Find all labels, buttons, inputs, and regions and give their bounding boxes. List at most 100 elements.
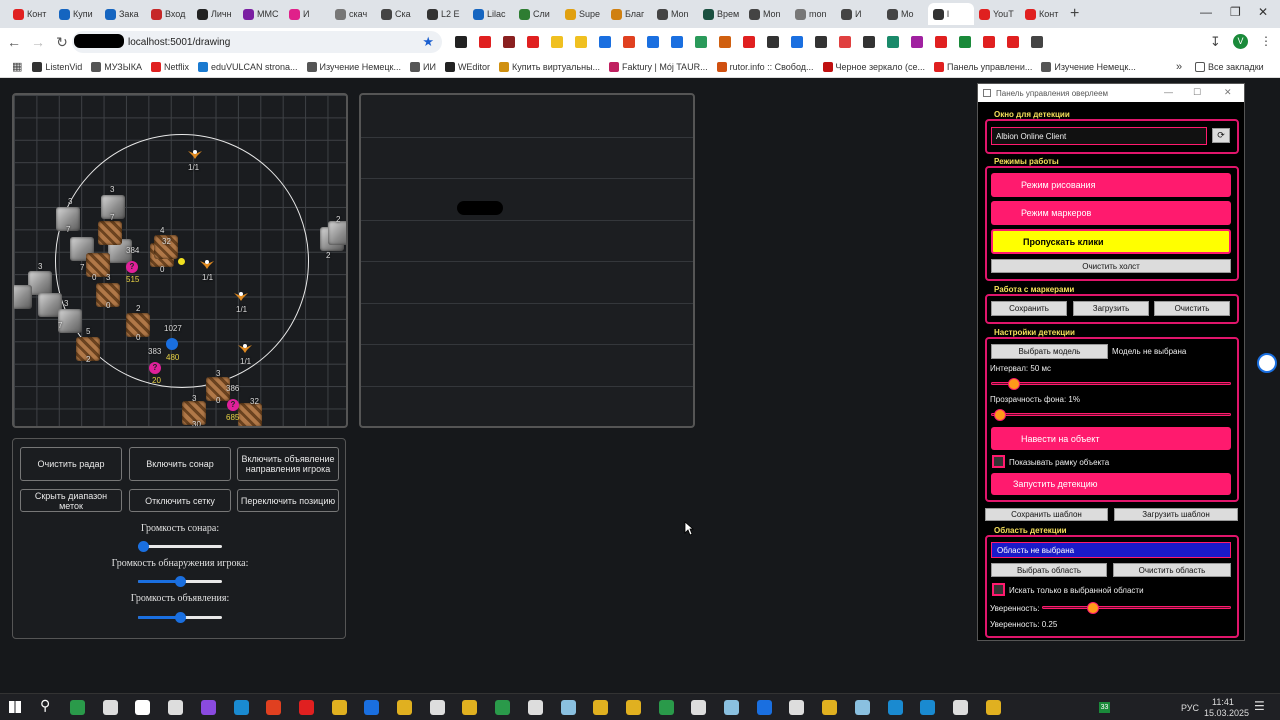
bookmark-item[interactable]: Изучение Немецк... — [306, 61, 401, 72]
language-indicator[interactable]: РУС — [1181, 703, 1199, 713]
extension-icon[interactable] — [503, 36, 515, 48]
confidence-slider[interactable] — [1042, 602, 1231, 614]
only-area-checkbox[interactable] — [992, 583, 1005, 596]
load-markers-button[interactable]: Загрузить — [1073, 301, 1149, 316]
secondary-view[interactable] — [359, 93, 695, 428]
extension-icon[interactable] — [623, 36, 635, 48]
draw-mode-button[interactable]: Режим рисования — [991, 173, 1231, 197]
taskbar-app-icon[interactable] — [102, 700, 118, 715]
extension-icon[interactable] — [647, 36, 659, 48]
interval-slider[interactable] — [991, 378, 1231, 390]
close-window-button[interactable]: ✕ — [1258, 5, 1268, 19]
browser-tab[interactable]: Купи — [54, 3, 100, 25]
extension-icon[interactable] — [959, 36, 971, 48]
extension-icon[interactable] — [887, 36, 899, 48]
sonar-volume-slider[interactable] — [138, 541, 222, 552]
save-template-button[interactable]: Сохранить шаблон — [985, 508, 1108, 521]
taskbar-app-icon[interactable] — [985, 700, 1001, 715]
notifications-icon[interactable]: ☰ — [1254, 699, 1265, 713]
taskbar-app-icon[interactable] — [724, 700, 739, 715]
radar-canvas[interactable]: 3 7 3 7 2 7 3 3 7 2 2 4 32 0 384 0 3 0 2… — [12, 93, 348, 428]
aim-at-object-button[interactable]: Навести на объект — [991, 427, 1231, 450]
taskbar-app-icon[interactable] — [495, 700, 511, 715]
overlay-minimize-button[interactable]: — — [1164, 87, 1173, 97]
refresh-windows-button[interactable]: ⟳ — [1212, 128, 1230, 143]
browser-tab[interactable]: Зака — [100, 3, 146, 25]
enable-direction-announce-button[interactable]: Включить объявление направления игрока — [237, 447, 339, 481]
extension-icon[interactable] — [983, 36, 995, 48]
detect-window-field[interactable]: Albion Online Client — [991, 127, 1207, 145]
taskbar-app-icon[interactable] — [397, 700, 412, 715]
menu-icon[interactable]: ⋮ — [1260, 34, 1272, 48]
browser-tab[interactable]: mon — [790, 3, 836, 25]
browser-tab[interactable]: Сли — [514, 3, 560, 25]
extension-icon[interactable] — [455, 36, 467, 48]
hide-marker-range-button[interactable]: Скрыть диапазон меток — [20, 489, 122, 512]
extension-icon[interactable] — [695, 36, 707, 48]
bookmark-item[interactable]: ИИ — [410, 61, 436, 72]
show-frame-checkbox[interactable] — [992, 455, 1005, 468]
clear-markers-button[interactable]: Очистить — [1154, 301, 1230, 316]
browser-tab[interactable]: Благ — [606, 3, 652, 25]
bookmark-item[interactable]: Купить виртуальны... — [498, 61, 600, 72]
browser-tab[interactable]: Mo — [882, 3, 928, 25]
bookmark-item[interactable]: МУЗЫКА — [91, 61, 142, 72]
overlay-maximize-button[interactable]: ☐ — [1193, 87, 1201, 98]
url-field[interactable]: localhost:5001/drawing ★ — [72, 31, 442, 53]
browser-tab[interactable]: Личн — [192, 3, 238, 25]
opacity-slider[interactable] — [991, 409, 1231, 421]
taskbar-app-icon[interactable] — [135, 700, 151, 715]
clear-canvas-button[interactable]: Очистить холст — [991, 259, 1231, 273]
clear-radar-button[interactable]: Очистить радар — [20, 447, 122, 481]
taskbar-app-icon[interactable] — [331, 700, 347, 715]
browser-tab[interactable]: Lilac — [468, 3, 514, 25]
extension-icon[interactable] — [767, 36, 779, 48]
bookmark-item[interactable]: Панель управлени... — [934, 61, 1032, 72]
bookmark-item[interactable]: ListenVid — [32, 61, 82, 72]
tray-badge[interactable]: 33 — [1099, 702, 1110, 713]
extension-icon[interactable] — [671, 36, 683, 48]
browser-tab[interactable]: Конт — [1020, 3, 1066, 25]
apps-grid-icon[interactable]: ▦ — [12, 60, 22, 73]
taskbar-app-icon[interactable] — [952, 700, 968, 715]
search-icon[interactable]: ⚲ — [40, 697, 50, 714]
taskbar-app-icon[interactable] — [560, 700, 576, 715]
extension-icon[interactable] — [599, 36, 611, 48]
taskbar-app-icon[interactable] — [789, 700, 805, 715]
browser-tab[interactable]: Mon — [744, 3, 790, 25]
extension-icon[interactable] — [863, 36, 875, 48]
browser-tab[interactable]: Supe — [560, 3, 606, 25]
taskbar-app-icon[interactable] — [233, 700, 249, 715]
reload-icon[interactable]: ↻ — [50, 34, 74, 51]
taskbar-app-icon[interactable] — [429, 700, 445, 715]
forward-icon[interactable]: → — [26, 34, 50, 50]
taskbar-app-icon[interactable] — [527, 700, 543, 715]
browser-tab[interactable]: Конт — [8, 3, 54, 25]
switch-position-button[interactable]: Переключить позицию — [237, 489, 339, 512]
extension-icon[interactable] — [1007, 36, 1019, 48]
bookmark-item[interactable]: Netflix — [150, 61, 189, 72]
load-template-button[interactable]: Загрузить шаблон — [1114, 508, 1238, 521]
all-bookmarks-button[interactable]: Все закладки — [1195, 61, 1264, 72]
taskbar-app-icon[interactable] — [822, 700, 838, 715]
taskbar-app-icon[interactable] — [887, 700, 903, 715]
choose-model-button[interactable]: Выбрать модель — [991, 344, 1108, 359]
windows-start-icon[interactable] — [9, 701, 21, 713]
browser-tab[interactable]: Ска — [376, 3, 422, 25]
extension-icon[interactable] — [815, 36, 827, 48]
clear-area-button[interactable]: Очистить область — [1113, 563, 1231, 577]
bookmark-item[interactable]: Изучение Немецк... — [1041, 61, 1136, 72]
marker-mode-button[interactable]: Режим маркеров — [991, 201, 1231, 225]
extension-icon[interactable] — [551, 36, 563, 48]
bookmark-item[interactable]: eduVULCAN strona... — [197, 61, 298, 72]
extension-icon[interactable] — [743, 36, 755, 48]
extension-icon[interactable] — [1031, 36, 1043, 48]
browser-tab[interactable]: И — [284, 3, 330, 25]
side-panel-extension-icon[interactable] — [1257, 353, 1277, 373]
taskbar-app-icon[interactable] — [462, 700, 478, 715]
bookmark-item[interactable]: rutor.info :: Свобод... — [716, 61, 814, 72]
extension-icon[interactable] — [839, 36, 851, 48]
start-detection-button[interactable]: Запустить детекцию — [991, 473, 1231, 495]
enable-sonar-button[interactable]: Включить сонар — [129, 447, 231, 481]
browser-tab[interactable]: И — [836, 3, 882, 25]
